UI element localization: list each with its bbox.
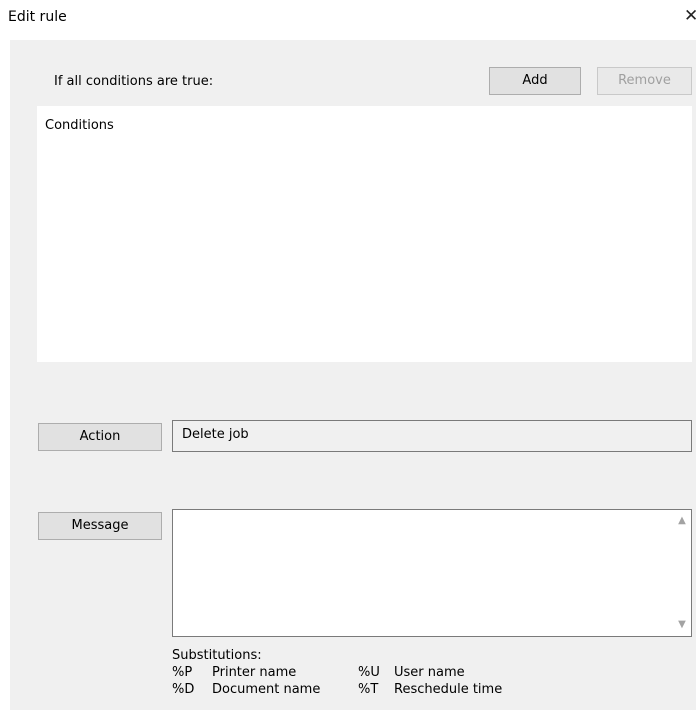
message-scrollbar[interactable]: ▲ ▼ bbox=[673, 510, 691, 636]
window-title: Edit rule bbox=[8, 9, 67, 25]
substitution-code: %T bbox=[358, 682, 379, 697]
add-condition-button[interactable]: Add bbox=[489, 67, 581, 95]
conditions-column-header: Conditions bbox=[45, 118, 114, 133]
substitution-description: User name bbox=[394, 665, 465, 680]
message-button[interactable]: Message bbox=[38, 512, 162, 540]
conditions-label: If all conditions are true: bbox=[54, 74, 214, 89]
substitutions-help: Substitutions: %P Printer name %U User n… bbox=[172, 647, 592, 698]
message-input[interactable] bbox=[173, 510, 673, 636]
substitution-code: %U bbox=[358, 665, 380, 680]
substitution-code: %D bbox=[172, 682, 195, 697]
title-bar: Edit rule ✕ bbox=[0, 0, 696, 40]
substitution-row: %D Document name %T Reschedule time bbox=[172, 681, 592, 698]
chevron-up-icon[interactable]: ▲ bbox=[673, 512, 691, 530]
substitution-description: Printer name bbox=[212, 665, 297, 680]
substitutions-title: Substitutions: bbox=[172, 648, 262, 663]
chevron-down-icon[interactable]: ▼ bbox=[673, 616, 691, 634]
substitution-description: Document name bbox=[212, 682, 321, 697]
remove-condition-button[interactable]: Remove bbox=[597, 67, 692, 95]
action-value: Delete job bbox=[182, 427, 249, 442]
action-field: Delete job bbox=[172, 420, 692, 452]
conditions-list[interactable]: Conditions bbox=[37, 106, 692, 362]
action-button[interactable]: Action bbox=[38, 423, 162, 451]
substitution-description: Reschedule time bbox=[394, 682, 503, 697]
close-icon[interactable]: ✕ bbox=[684, 6, 696, 26]
message-field: ▲ ▼ bbox=[172, 509, 692, 637]
substitution-row: %P Printer name %U User name bbox=[172, 664, 592, 681]
substitution-code: %P bbox=[172, 665, 193, 680]
